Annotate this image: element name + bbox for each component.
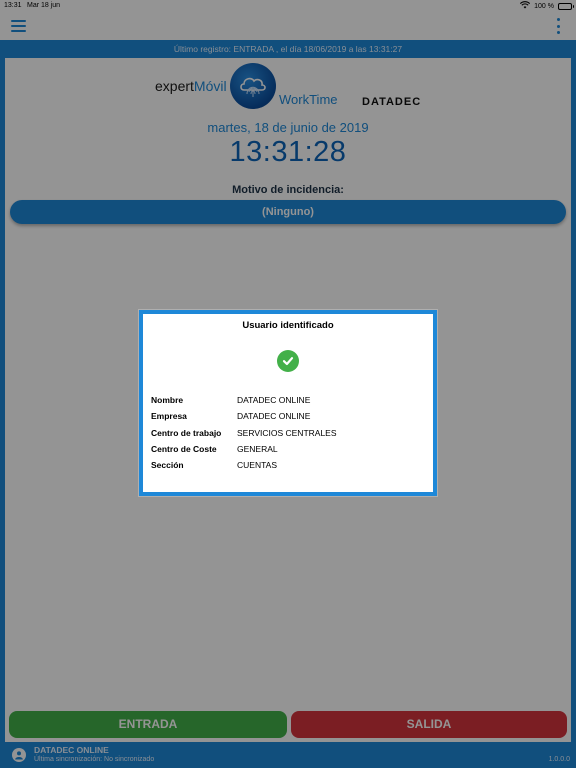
info-value: SERVICIOS CENTRALES bbox=[237, 427, 337, 438]
info-row-nombre: Nombre DATADEC ONLINE bbox=[151, 395, 431, 411]
info-row-centro-trabajo: Centro de trabajo SERVICIOS CENTRALES bbox=[151, 428, 431, 444]
info-label: Empresa bbox=[151, 411, 187, 422]
info-row-seccion: Sección CUENTAS bbox=[151, 460, 431, 476]
info-label: Sección bbox=[151, 460, 184, 471]
dialog-title: Usuario identificado bbox=[242, 320, 334, 331]
info-value: DATADEC ONLINE bbox=[237, 395, 311, 405]
info-row-centro-coste: Centro de Coste GENERAL bbox=[151, 444, 431, 460]
info-label: Nombre bbox=[151, 395, 184, 405]
user-info-list: Nombre DATADEC ONLINE Empresa DATADEC ON… bbox=[151, 395, 431, 476]
info-label: Centro de trabajo bbox=[151, 427, 222, 438]
check-icon bbox=[277, 350, 299, 372]
info-value: GENERAL bbox=[237, 443, 278, 454]
info-value: DATADEC ONLINE bbox=[237, 411, 311, 422]
user-identified-dialog: Usuario identificado Nombre DATADEC ONLI… bbox=[139, 310, 437, 496]
info-label: Centro de Coste bbox=[151, 443, 217, 454]
info-row-empresa: Empresa DATADEC ONLINE bbox=[151, 411, 431, 427]
info-value: CUENTAS bbox=[237, 460, 277, 471]
